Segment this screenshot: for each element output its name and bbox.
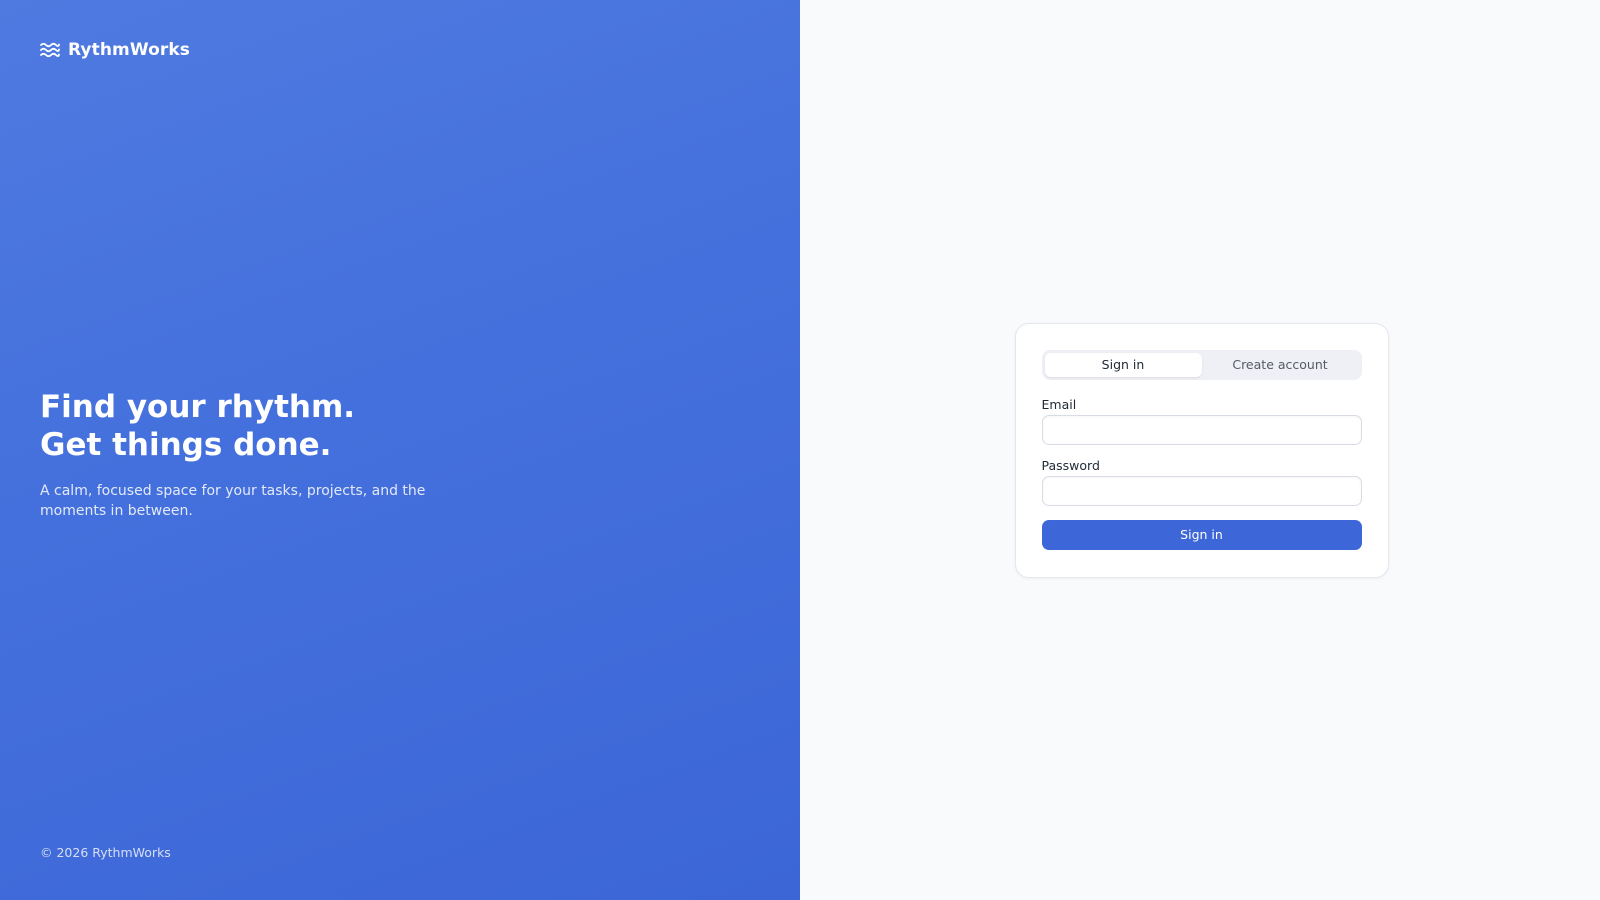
email-input[interactable] [1041, 414, 1362, 445]
brand-logo[interactable]: RythmWorks [40, 40, 190, 60]
email-label: Email [1041, 396, 1077, 412]
brand-name: RythmWorks [68, 40, 190, 60]
hero-tagline: A calm, focused space for your tasks, pr… [40, 483, 426, 519]
password-input[interactable] [1041, 475, 1362, 506]
hero: Find your rhythm. Get things done. A cal… [40, 388, 460, 521]
brand-panel: RythmWorks Find your rhythm. Get things … [0, 0, 800, 900]
tab-sign-in[interactable]: Sign in [1044, 352, 1202, 377]
hero-title-line-1: Find your rhythm. [40, 389, 356, 425]
auth-card: Sign in Create account Email Password Si… [1014, 322, 1389, 578]
tab-create-account[interactable]: Create account [1202, 353, 1359, 377]
auth-panel: Sign in Create account Email Password Si… [800, 0, 1600, 900]
hero-title-line-2: Get things done. [40, 427, 332, 463]
hero-title: Find your rhythm. Get things done. [40, 388, 460, 464]
sign-in-button[interactable]: Sign in [1041, 519, 1362, 550]
password-label: Password [1041, 457, 1100, 473]
copyright: © 2026 RythmWorks [40, 845, 171, 860]
email-field-group: Email [1041, 396, 1362, 445]
password-field-group: Password [1041, 457, 1362, 506]
waves-icon [40, 42, 60, 58]
auth-tabs: Sign in Create account [1041, 349, 1362, 380]
